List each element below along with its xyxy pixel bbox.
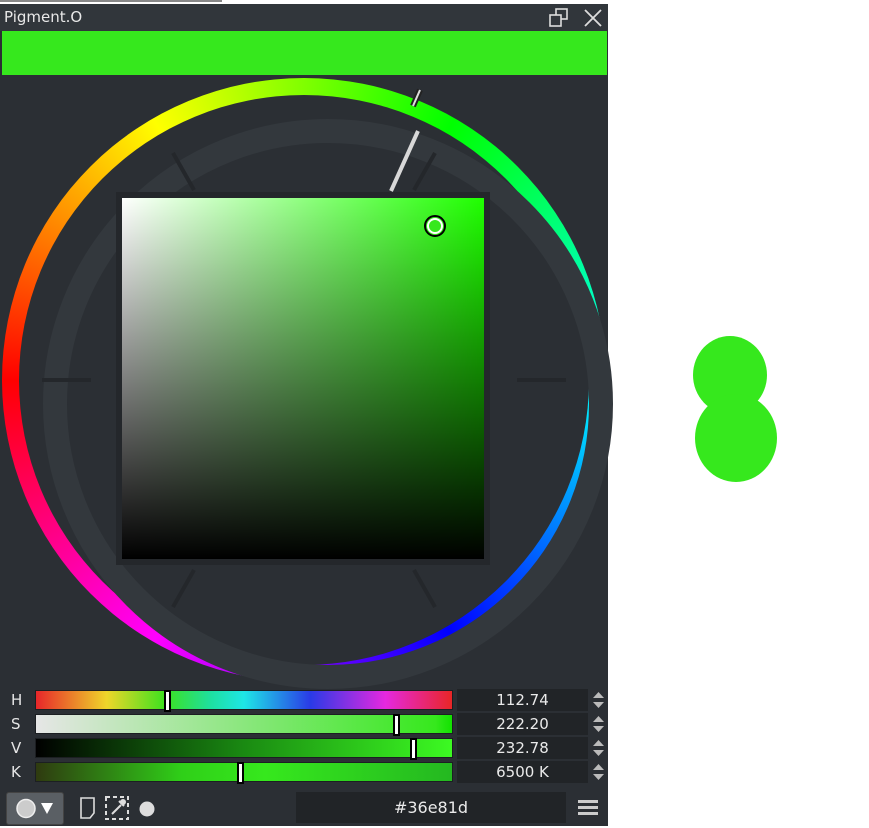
color-cursor[interactable] (424, 215, 446, 237)
slider-row-s: S 222.20 (0, 713, 608, 736)
slider-value-input[interactable]: 112.74 (457, 689, 588, 711)
slider-thumb[interactable] (393, 714, 401, 736)
title-bar: Pigment.O (0, 4, 608, 31)
slider-thumb[interactable] (410, 738, 418, 760)
slider-thumb[interactable] (236, 762, 244, 784)
slider-row-k: K 6500 K (0, 761, 608, 784)
slider-thumb[interactable] (164, 690, 172, 712)
green-paint-stroke (693, 336, 777, 482)
close-icon[interactable] (582, 7, 604, 29)
slider-value-input[interactable]: 222.20 (457, 713, 588, 735)
color-preview (2, 31, 607, 75)
panel-title: Pigment.O (4, 8, 83, 26)
float-window-icon[interactable] (548, 7, 570, 29)
circle-icon[interactable] (138, 800, 156, 818)
eyedropper-icon[interactable] (104, 795, 130, 821)
note-icon[interactable] (78, 796, 98, 820)
slider-value-input[interactable]: 232.78 (457, 737, 588, 759)
spin-arrows-icon[interactable] (591, 762, 606, 782)
hamburger-menu-icon[interactable] (578, 799, 600, 817)
slider-label: V (11, 739, 22, 757)
spin-arrows-icon[interactable] (591, 738, 606, 758)
slider-row-h: H 112.74 (0, 689, 608, 712)
hex-input[interactable]: #36e81d (296, 792, 566, 823)
bottom-toolbar: #36e81d (0, 790, 608, 826)
slider-h[interactable] (35, 690, 453, 712)
slider-value-input[interactable]: 6500 K (457, 761, 588, 783)
spin-arrows-icon[interactable] (591, 690, 606, 710)
pigmento-panel: Pigment.O H 112.74 S 222.20 V 232.78 K 6… (0, 4, 613, 826)
slider-label: K (11, 763, 21, 781)
circle-dropdown-icon[interactable] (6, 792, 64, 825)
slider-s[interactable] (35, 714, 453, 736)
slider-v[interactable] (35, 738, 453, 760)
canvas-edge (0, 0, 222, 2)
slider-label: S (11, 715, 21, 733)
slider-row-v: V 232.78 (0, 737, 608, 760)
slider-label: H (11, 691, 23, 709)
slider-k[interactable] (35, 762, 453, 784)
spin-arrows-icon[interactable] (591, 714, 606, 734)
saturation-value-square[interactable] (122, 198, 484, 559)
